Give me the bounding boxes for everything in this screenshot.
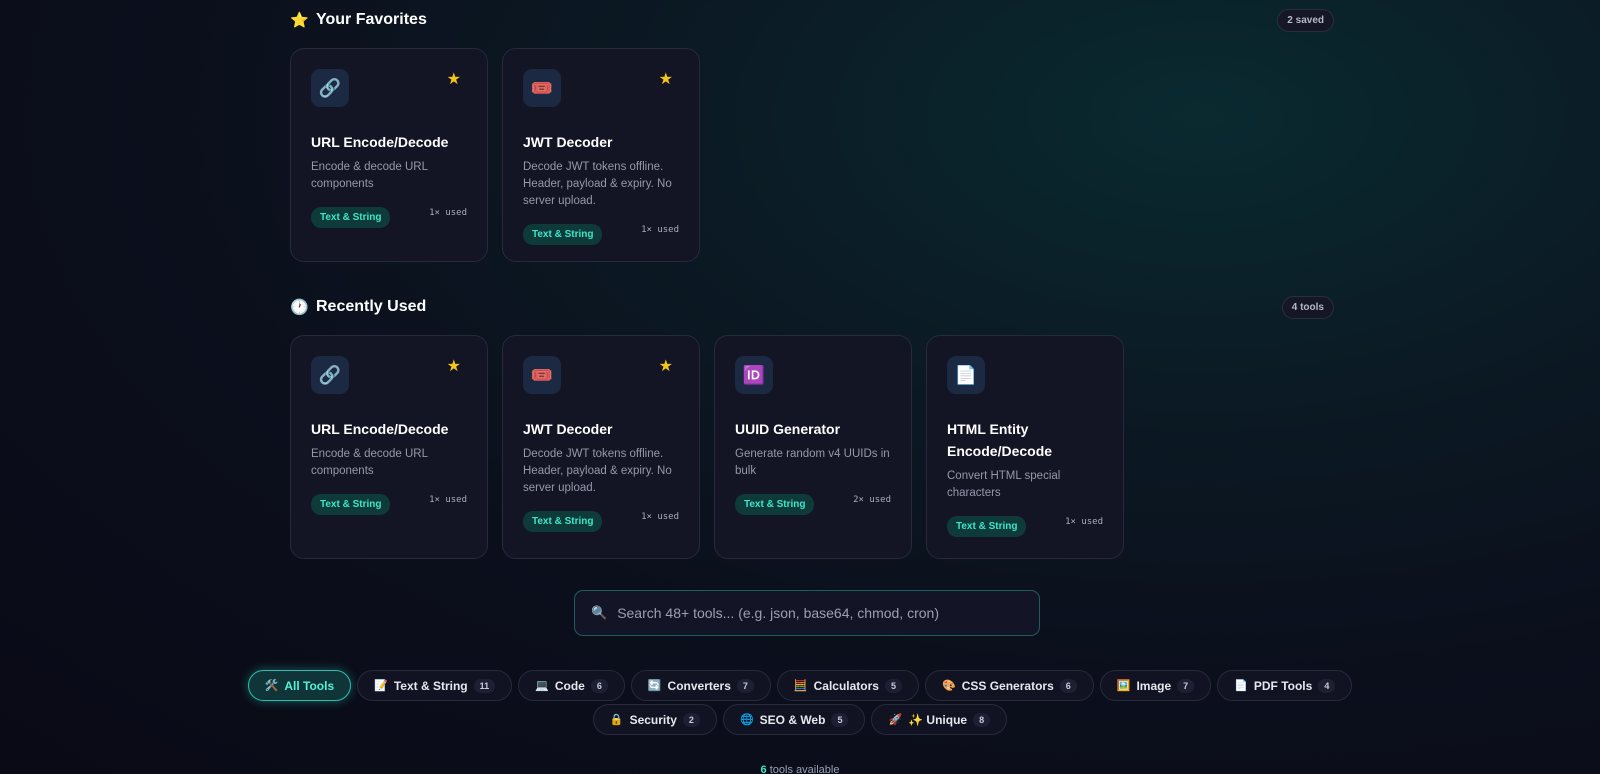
category-count: 5 xyxy=(884,678,902,693)
chip-image[interactable]: 🖼️ Image 7 xyxy=(1099,670,1212,701)
category-tag: Text & String xyxy=(523,511,603,532)
tool-title: URL Encode/Decode xyxy=(311,421,449,437)
search-icon: 🔍 xyxy=(591,605,608,620)
recent-card-jwt-decoder[interactable]: 🎟️ ★ JWT Decoder Decode JWT tokens offli… xyxy=(502,335,700,559)
favorites-count-badge: 2 saved xyxy=(1277,8,1334,32)
favorites-title: ⭐ Your Favorites xyxy=(290,11,427,29)
recent-card-uuid-generator[interactable]: 🆔 UUID Generator Generate random v4 UUID… xyxy=(714,335,912,559)
star-icon[interactable]: ★ xyxy=(447,356,461,376)
recent-card-url-encode[interactable]: 🔗 ★ URL Encode/Decode Encode & decode UR… xyxy=(290,335,488,559)
tool-title: JWT Decoder xyxy=(523,134,613,150)
star-icon[interactable]: ★ xyxy=(659,356,673,376)
tools-available-text: 6 tools available xyxy=(760,764,840,774)
category-tag: Text & String xyxy=(947,516,1027,537)
clock-icon: 🕐 xyxy=(290,299,309,316)
tools-available-count: 6 xyxy=(760,764,767,774)
id-icon: 🆔 xyxy=(735,356,773,394)
lock-icon: 🔒 xyxy=(609,714,624,726)
tool-description: Encode & decode URL components xyxy=(311,448,428,477)
ticket-icon: 🎟️ xyxy=(523,356,561,394)
category-count: 8 xyxy=(973,712,991,727)
tool-title: JWT Decoder xyxy=(523,421,613,437)
link-icon: 🔗 xyxy=(311,356,349,394)
globe-icon: 🌐 xyxy=(739,714,754,726)
tools-icon: 🛠️ xyxy=(264,680,279,692)
chip-unique[interactable]: 🚀 ✨ Unique 8 xyxy=(871,704,1008,735)
chip-pdf-tools[interactable]: 📄 PDF Tools 4 xyxy=(1217,670,1353,701)
tool-description: Decode JWT tokens offline. Header, paylo… xyxy=(523,161,672,207)
rocket-icon: 🚀 xyxy=(888,714,903,726)
usage-count: 1× used xyxy=(641,511,679,522)
category-count: 2 xyxy=(682,712,700,727)
category-filters-row-1: 🛠️ All Tools 📝 Text & String 11 💻 Code 6… xyxy=(0,670,1600,701)
chip-seo-web[interactable]: 🌐 SEO & Web 5 xyxy=(722,704,866,735)
tool-description: Encode & decode URL components xyxy=(311,161,428,190)
category-count: 7 xyxy=(1177,678,1195,693)
ticket-icon: 🎟️ xyxy=(523,69,561,107)
usage-count: 2× used xyxy=(853,494,891,505)
document-icon: 📄 xyxy=(1234,680,1248,692)
favorite-card-url-encode[interactable]: 🔗 ★ URL Encode/Decode Encode & decode UR… xyxy=(290,48,488,262)
chip-css-generators[interactable]: 🎨 CSS Generators 6 xyxy=(925,670,1094,701)
chip-text-string[interactable]: 📝 Text & String 11 xyxy=(357,670,513,701)
search-input[interactable] xyxy=(617,605,1018,621)
chip-code[interactable]: 💻 Code 6 xyxy=(518,670,625,701)
category-tag: Text & String xyxy=(735,494,815,515)
laptop-icon: 💻 xyxy=(535,680,549,692)
search-bar[interactable]: 🔍 xyxy=(574,590,1040,636)
favorites-header: ⭐ Your Favorites 2 saved xyxy=(290,8,1334,32)
category-filters-row-2: 🔒 Security 2 🌐 SEO & Web 5 🚀 ✨ Unique 8 xyxy=(0,704,1600,735)
category-count: 5 xyxy=(831,712,849,727)
recent-title: 🕐 Recently Used xyxy=(290,298,427,316)
star-icon[interactable]: ★ xyxy=(659,69,673,89)
category-tag: Text & String xyxy=(523,224,603,245)
usage-count: 1× used xyxy=(429,494,467,505)
link-icon: 🔗 xyxy=(311,69,349,107)
category-tag: Text & String xyxy=(311,207,391,228)
palette-icon: 🎨 xyxy=(942,680,956,692)
memo-icon: 📝 xyxy=(374,680,388,692)
chip-security[interactable]: 🔒 Security 2 xyxy=(592,704,717,735)
tool-description: Generate random v4 UUIDs in bulk xyxy=(735,448,890,477)
document-icon: 📄 xyxy=(947,356,985,394)
usage-count: 1× used xyxy=(641,224,679,235)
favorite-card-jwt-decoder[interactable]: 🎟️ ★ JWT Decoder Decode JWT tokens offli… xyxy=(502,48,700,262)
calculator-icon: 🧮 xyxy=(793,680,808,692)
category-count: 11 xyxy=(473,678,496,693)
usage-count: 1× used xyxy=(429,207,467,218)
tool-title: HTML Entity Encode/Decode xyxy=(947,421,1053,459)
refresh-icon: 🔄 xyxy=(647,680,662,692)
chip-all-tools[interactable]: 🛠️ All Tools xyxy=(247,670,352,701)
category-count: 6 xyxy=(590,678,608,693)
star-icon[interactable]: ★ xyxy=(447,69,461,89)
category-tag: Text & String xyxy=(311,494,391,515)
recent-header: 🕐 Recently Used 4 tools xyxy=(290,295,1334,319)
tool-description: Decode JWT tokens offline. Header, paylo… xyxy=(523,448,672,494)
category-count: 7 xyxy=(736,678,754,693)
image-icon: 🖼️ xyxy=(1116,680,1131,692)
tool-title: URL Encode/Decode xyxy=(311,134,449,150)
recent-count-badge: 4 tools xyxy=(1281,295,1334,319)
star-icon: ⭐ xyxy=(290,12,309,29)
category-count: 6 xyxy=(1059,678,1077,693)
chip-calculators[interactable]: 🧮 Calculators 5 xyxy=(776,670,919,701)
tool-description: Convert HTML special characters xyxy=(947,470,1061,499)
recent-card-html-entity[interactable]: 📄 HTML Entity Encode/Decode Convert HTML… xyxy=(926,335,1124,559)
chip-converters[interactable]: 🔄 Converters 7 xyxy=(630,670,771,701)
usage-count: 1× used xyxy=(1065,516,1103,527)
tool-title: UUID Generator xyxy=(735,421,841,437)
category-count: 4 xyxy=(1318,678,1336,693)
